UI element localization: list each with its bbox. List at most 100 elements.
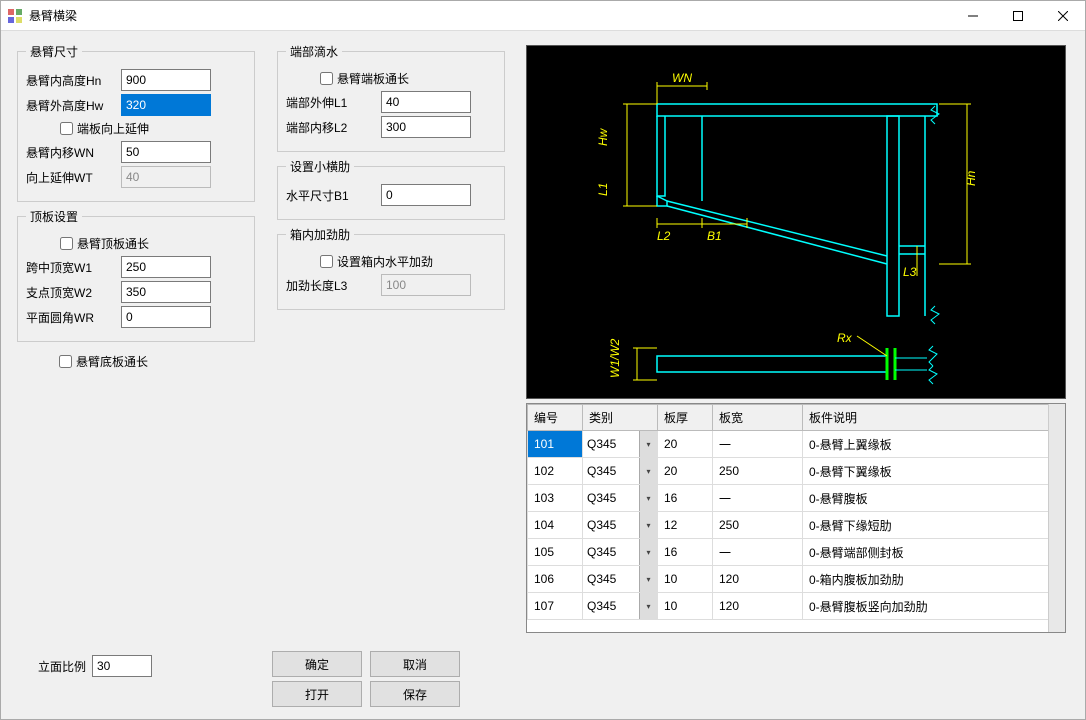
- cell-w[interactable]: 120: [713, 566, 803, 593]
- table-row[interactable]: 101Q345▾20一0-悬臂上翼缘板: [528, 431, 1065, 458]
- cell-desc[interactable]: 0-悬臂腹板竖向加劲肋: [803, 593, 1065, 620]
- drip-full-checkbox[interactable]: [320, 72, 333, 85]
- cell-id[interactable]: 102: [528, 458, 583, 485]
- plate-table[interactable]: 编号 类别 板厚 板宽 板件说明 101Q345▾20一0-悬臂上翼缘板102Q…: [526, 403, 1066, 633]
- cell-id[interactable]: 103: [528, 485, 583, 512]
- cell-desc[interactable]: 0-悬臂端部侧封板: [803, 539, 1065, 566]
- table-row[interactable]: 106Q345▾101200-箱内腹板加劲肋: [528, 566, 1065, 593]
- wt-label: 向上延伸WT: [26, 169, 121, 186]
- cell-desc[interactable]: 0-悬臂下翼缘板: [803, 458, 1065, 485]
- dropdown-icon[interactable]: ▾: [639, 458, 657, 484]
- window: 悬臂横梁 悬臂尺寸 悬臂内高度Hn 悬臂外高度Hw 端板向上延伸 悬臂内移WN …: [0, 0, 1086, 720]
- maximize-button[interactable]: [995, 1, 1040, 30]
- cell-th[interactable]: 10: [658, 593, 713, 620]
- hn-input[interactable]: [121, 69, 211, 91]
- cell-id[interactable]: 107: [528, 593, 583, 620]
- ratio-input[interactable]: [92, 655, 152, 677]
- wr-input[interactable]: [121, 306, 211, 328]
- b1-input[interactable]: [381, 184, 471, 206]
- cell-cat[interactable]: Q345▾: [583, 431, 658, 458]
- w1-input[interactable]: [121, 256, 211, 278]
- col-id[interactable]: 编号: [528, 405, 583, 431]
- cell-desc[interactable]: 0-悬臂下缘短肋: [803, 512, 1065, 539]
- dropdown-icon[interactable]: ▾: [639, 431, 657, 457]
- col-th[interactable]: 板厚: [658, 405, 713, 431]
- arm-size-group: 悬臂尺寸 悬臂内高度Hn 悬臂外高度Hw 端板向上延伸 悬臂内移WN 向上延伸W…: [17, 43, 255, 202]
- lbl-L3: L3: [903, 265, 917, 279]
- table-row[interactable]: 107Q345▾101200-悬臂腹板竖向加劲肋: [528, 593, 1065, 620]
- bot-full-checkbox[interactable]: [59, 355, 72, 368]
- dropdown-icon[interactable]: ▾: [639, 566, 657, 592]
- l1-input[interactable]: [381, 91, 471, 113]
- w2-label: 支点顶宽W2: [26, 284, 121, 301]
- close-button[interactable]: [1040, 1, 1085, 30]
- dropdown-icon[interactable]: ▾: [639, 485, 657, 511]
- lbl-Hw: Hw: [596, 127, 610, 146]
- cell-cat[interactable]: Q345▾: [583, 512, 658, 539]
- ok-button[interactable]: 确定: [272, 651, 362, 677]
- cancel-button[interactable]: 取消: [370, 651, 460, 677]
- minimize-button[interactable]: [950, 1, 995, 30]
- top-plate-group: 顶板设置 悬臂顶板通长 跨中顶宽W1 支点顶宽W2 平面圆角WR: [17, 208, 255, 342]
- col-desc[interactable]: 板件说明: [803, 405, 1065, 431]
- cell-th[interactable]: 20: [658, 431, 713, 458]
- cell-cat[interactable]: Q345▾: [583, 485, 658, 512]
- cell-th[interactable]: 16: [658, 485, 713, 512]
- wn-input[interactable]: [121, 141, 211, 163]
- cell-th[interactable]: 10: [658, 566, 713, 593]
- cell-cat[interactable]: Q345▾: [583, 458, 658, 485]
- dropdown-icon[interactable]: ▾: [639, 512, 657, 538]
- dropdown-icon[interactable]: ▾: [639, 593, 657, 619]
- ext-up-checkbox[interactable]: [60, 122, 73, 135]
- lbl-L2: L2: [657, 229, 671, 243]
- window-title: 悬臂横梁: [29, 7, 950, 24]
- cell-id[interactable]: 104: [528, 512, 583, 539]
- cell-id[interactable]: 105: [528, 539, 583, 566]
- scrollbar-vertical[interactable]: [1048, 404, 1065, 632]
- table-row[interactable]: 105Q345▾16一0-悬臂端部侧封板: [528, 539, 1065, 566]
- top-full-checkbox[interactable]: [60, 237, 73, 250]
- top-plate-legend: 顶板设置: [26, 208, 82, 225]
- small-rib-group: 设置小横肋 水平尺寸B1: [277, 158, 505, 220]
- l1-label: 端部外伸L1: [286, 94, 381, 111]
- cell-id[interactable]: 106: [528, 566, 583, 593]
- w2-input[interactable]: [121, 281, 211, 303]
- top-full-label: 悬臂顶板通长: [77, 235, 149, 252]
- cell-th[interactable]: 12: [658, 512, 713, 539]
- hw-input[interactable]: [121, 94, 211, 116]
- cell-th[interactable]: 20: [658, 458, 713, 485]
- col-cat[interactable]: 类别: [583, 405, 658, 431]
- cell-th[interactable]: 16: [658, 539, 713, 566]
- cell-w[interactable]: 250: [713, 512, 803, 539]
- cell-desc[interactable]: 0-悬臂上翼缘板: [803, 431, 1065, 458]
- box-rib-legend: 箱内加劲肋: [286, 226, 354, 243]
- table-row[interactable]: 104Q345▾122500-悬臂下缘短肋: [528, 512, 1065, 539]
- small-rib-legend: 设置小横肋: [286, 158, 354, 175]
- b1-label: 水平尺寸B1: [286, 187, 381, 204]
- ext-up-label: 端板向上延伸: [77, 120, 149, 137]
- col-w[interactable]: 板宽: [713, 405, 803, 431]
- cell-w[interactable]: 一: [713, 485, 803, 512]
- cell-id[interactable]: 101: [528, 431, 583, 458]
- box-rib-checkbox[interactable]: [320, 255, 333, 268]
- cell-w[interactable]: 一: [713, 539, 803, 566]
- preview-canvas: WN Hw L1 L2 B1 Hn L3 W1/W2 Rx: [526, 45, 1066, 399]
- cell-w[interactable]: 一: [713, 431, 803, 458]
- save-button[interactable]: 保存: [370, 681, 460, 707]
- cell-cat[interactable]: Q345▾: [583, 566, 658, 593]
- open-button[interactable]: 打开: [272, 681, 362, 707]
- ratio-label: 立面比例: [11, 658, 86, 675]
- cell-desc[interactable]: 0-箱内腹板加劲肋: [803, 566, 1065, 593]
- cell-w[interactable]: 120: [713, 593, 803, 620]
- l2-label: 端部内移L2: [286, 119, 381, 136]
- cell-cat[interactable]: Q345▾: [583, 593, 658, 620]
- cell-w[interactable]: 250: [713, 458, 803, 485]
- titlebar: 悬臂横梁: [1, 1, 1085, 31]
- wn-label: 悬臂内移WN: [26, 144, 121, 161]
- table-row[interactable]: 103Q345▾16一0-悬臂腹板: [528, 485, 1065, 512]
- cell-cat[interactable]: Q345▾: [583, 539, 658, 566]
- l2-input[interactable]: [381, 116, 471, 138]
- dropdown-icon[interactable]: ▾: [639, 539, 657, 565]
- cell-desc[interactable]: 0-悬臂腹板: [803, 485, 1065, 512]
- table-row[interactable]: 102Q345▾202500-悬臂下翼缘板: [528, 458, 1065, 485]
